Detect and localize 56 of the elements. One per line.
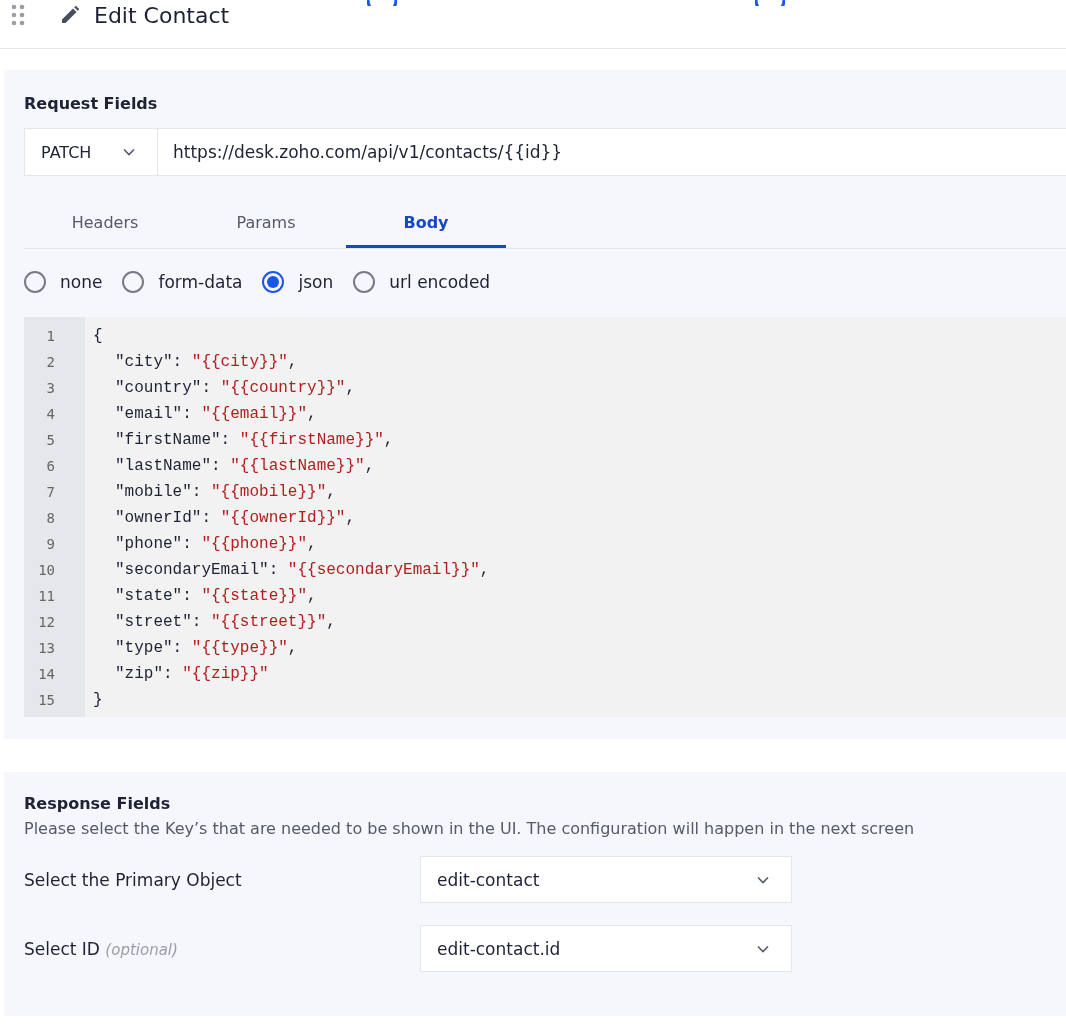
- code-line: }: [93, 690, 104, 711]
- section-title: Request Fields: [24, 94, 159, 113]
- code-line: "zip": "{{zip}}": [114, 664, 270, 685]
- section-description: Please select the Key’s that are needed to be shown in the UI. The configuration will happen in the next screen: [24, 819, 916, 838]
- pencil-icon: [60, 5, 80, 25]
- line-number: 15: [37, 691, 56, 710]
- line-number: 11: [37, 587, 56, 606]
- tab[interactable]: Body: [346, 200, 506, 248]
- line-number: 6: [45, 457, 56, 476]
- radio-label[interactable]: form-data: [158, 272, 243, 292]
- select-dropdown[interactable]: edit-contact.id: [420, 925, 792, 972]
- line-number: 7: [45, 483, 56, 502]
- radio-button[interactable]: [24, 271, 46, 293]
- line-number: 13: [37, 639, 56, 658]
- line-number: 14: [37, 665, 56, 684]
- radio-button[interactable]: [122, 271, 145, 293]
- line-number: 9: [45, 535, 56, 554]
- line-number: 3: [45, 379, 56, 398]
- radio-button[interactable]: [353, 271, 376, 293]
- code-line: "email": "{{email}}",: [114, 404, 318, 425]
- code-line: "firstName": "{{firstName}}",: [114, 430, 395, 451]
- code-line: "type": "{{type}}",: [114, 638, 299, 659]
- field-label: Select the Primary Object: [24, 869, 243, 890]
- line-number: 5: [45, 431, 56, 450]
- tab[interactable]: Params: [186, 200, 346, 248]
- url-input[interactable]: https://desk.zoho.com/api/v1/contacts/{{id}}: [158, 128, 1066, 176]
- line-number: 12: [37, 613, 56, 632]
- code-line: "country": "{{country}}",: [114, 378, 357, 399]
- radio-label[interactable]: json: [298, 272, 334, 292]
- drag-handle-icon: [11, 4, 25, 26]
- line-number: 8: [45, 509, 56, 528]
- chevron-down-icon: [123, 148, 135, 156]
- select-dropdown[interactable]: edit-contact: [420, 856, 792, 903]
- line-number: 1: [45, 327, 56, 346]
- code-line: "secondaryEmail": "{{secondaryEmail}}",: [114, 560, 490, 581]
- radio-label[interactable]: url encoded: [389, 272, 491, 292]
- page-title: Edit Contact: [94, 2, 230, 28]
- line-number: 2: [45, 353, 56, 372]
- code-line: "state": "{{state}}",: [114, 586, 318, 607]
- field-label: Select ID (optional): [24, 938, 179, 959]
- code-line: "mobile": "{{mobile}}",: [114, 482, 337, 503]
- section-title: Response Fields: [24, 794, 172, 813]
- code-line: "ownerId": "{{ownerId}}",: [114, 508, 357, 529]
- tab[interactable]: Headers: [24, 200, 186, 248]
- code-line: {: [93, 326, 104, 347]
- code-line: "phone": "{{phone}}",: [114, 534, 318, 555]
- radio-label[interactable]: none: [60, 272, 103, 292]
- chevron-down-icon: [757, 944, 769, 953]
- radio-button[interactable]: [262, 271, 285, 293]
- code-line: "lastName": "{{lastName}}",: [114, 456, 376, 477]
- code-line: "street": "{{street}}",: [114, 612, 337, 633]
- code-line: "city": "{{city}}",: [114, 352, 299, 373]
- line-number: 4: [45, 405, 56, 424]
- method-dropdown[interactable]: PATCH: [24, 128, 158, 176]
- line-number: 10: [37, 561, 56, 580]
- chevron-down-icon: [757, 875, 769, 884]
